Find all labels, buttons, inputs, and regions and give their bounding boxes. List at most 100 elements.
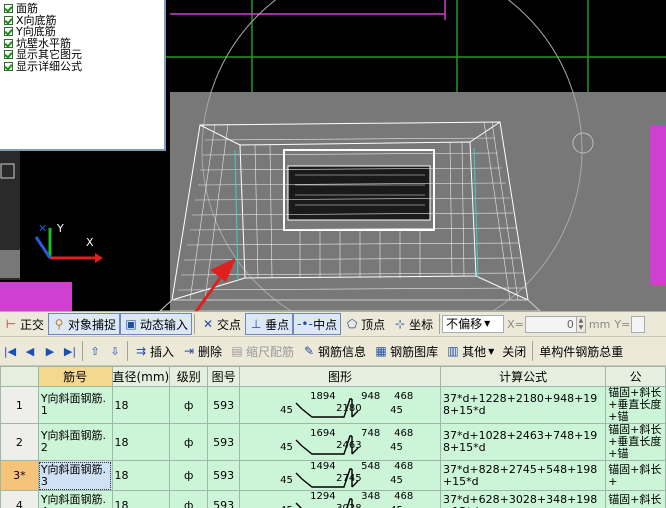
move-down-icon[interactable]: ⇩ — [107, 343, 123, 359]
rebar-name-cell[interactable]: Y向斜面钢筋.3 — [37, 460, 113, 491]
midpoint-icon: -•- — [297, 317, 313, 331]
description-cell[interactable]: 锚固+斜长+垂直长度+锚 — [605, 386, 666, 424]
3d-viewport[interactable]: Y X ✕ 面筋 X向底筋 Y向底筋 坑壁水平筋 显示其它图元 显示详细公式 — [0, 0, 666, 311]
layer-item-show-formula[interactable]: 显示详细公式 — [0, 61, 164, 73]
perpendicular-snap-button[interactable]: ⊥ 垂点 — [245, 313, 294, 335]
shape-dim-mid: 2463 — [336, 439, 362, 451]
row-index[interactable]: 3* — [0, 460, 39, 491]
insert-button[interactable]: ⇉ 插入 — [130, 340, 178, 362]
shape-no-cell[interactable]: 593 — [207, 386, 241, 424]
rebar-name-cell[interactable]: Y向斜面钢筋.1 — [37, 386, 113, 424]
corner-cell — [0, 366, 39, 387]
shape-cell[interactable]: 1694 748 468 2463 45 45 — [239, 423, 441, 461]
column-header[interactable]: 筋号 — [37, 366, 113, 387]
column-header[interactable]: 图形 — [239, 366, 441, 387]
checkbox-icon[interactable] — [4, 50, 13, 60]
grade-cell[interactable]: ф — [169, 423, 209, 461]
layer-item-y-bottom-rebar[interactable]: Y向底筋 — [0, 26, 164, 38]
midpoint-snap-button[interactable]: -•- 中点 — [293, 313, 342, 335]
scale-rebar-icon: ▤ — [231, 344, 243, 358]
axis-y-label: Y — [57, 222, 64, 235]
x-coordinate-spinner[interactable]: ▲ ▼ — [576, 315, 586, 333]
coordinate-snap-button[interactable]: ⊹ 坐标 — [389, 313, 437, 335]
checkbox-icon[interactable] — [4, 15, 13, 25]
shape-cell[interactable]: 129434846830284545 — [239, 490, 441, 508]
x-coordinate-label: X= — [507, 317, 524, 331]
description-cell[interactable]: 锚固+斜长+ — [605, 460, 666, 491]
delete-button[interactable]: ⇥ 删除 — [178, 340, 226, 362]
formula-cell[interactable]: 37*d+628+3028+348+198+15*d — [439, 490, 607, 508]
checkbox-icon[interactable] — [4, 38, 13, 48]
checkbox-icon[interactable] — [4, 4, 13, 14]
row-index[interactable]: 4 — [0, 490, 39, 508]
last-record-icon[interactable]: ▶| — [62, 343, 78, 359]
dynamic-input-button[interactable]: ▣ 动态输入 — [120, 313, 193, 335]
description-cell[interactable]: 锚固+斜长+ — [605, 490, 666, 508]
separator — [532, 341, 534, 361]
shape-dim-c: 468 — [394, 390, 414, 402]
offset-mode-select[interactable]: 不偏移 ▼ — [442, 315, 505, 333]
rebar-info-button[interactable]: ✎ 钢筋信息 — [298, 340, 370, 362]
grade-cell[interactable]: ф — [169, 490, 209, 508]
shape-cell[interactable]: 1494 548 468 2745 45 45 — [239, 460, 441, 491]
checkbox-icon[interactable] — [4, 61, 13, 71]
ortho-button[interactable]: ⊢ 正交 — [0, 313, 48, 335]
shape-no-cell[interactable]: 593 — [207, 490, 241, 508]
prev-record-icon[interactable]: ◀ — [22, 343, 38, 359]
column-header[interactable]: 公 — [605, 366, 666, 387]
layer-item-top-rebar[interactable]: 面筋 — [0, 3, 164, 15]
shape-dim-c: 468 — [394, 427, 414, 439]
object-snap-button[interactable]: ⚲ 对象捕捉 — [48, 313, 121, 335]
description-cell[interactable]: 锚固+斜长+垂直长度+锚 — [605, 423, 666, 461]
table-row[interactable]: 3* Y向斜面钢筋.3 18 ф 593 1494 548 468 2745 45 45 37*d+8… — [0, 460, 666, 491]
next-record-icon[interactable]: ▶ — [42, 343, 58, 359]
column-header[interactable]: 级别 — [169, 366, 209, 387]
chevron-down-icon: ▼ — [484, 319, 491, 328]
snap-toolbar: ⊢ 正交 ⚲ 对象捕捉 ▣ 动态输入 ✕ 交点 ⊥ 垂点 -•- 中点 ⬠ 顶点 ⊹ 坐标 不偏… — [0, 311, 666, 337]
rebar-name-cell[interactable]: Y向斜面钢筋.4 — [37, 490, 113, 508]
y-coordinate-input[interactable] — [631, 315, 646, 333]
coordinate-icon: ⊹ — [395, 317, 406, 331]
first-record-icon[interactable]: |◀ — [2, 343, 18, 359]
shape-dim-mid: 2180 — [336, 402, 362, 414]
layer-item-show-other[interactable]: 显示其它图元 — [0, 49, 164, 61]
rebar-library-button[interactable]: ▦ 钢筋图库 — [370, 340, 442, 362]
layer-visibility-panel: 面筋 X向底筋 Y向底筋 坑壁水平筋 显示其它图元 显示详细公式 — [0, 0, 166, 151]
formula-cell[interactable]: 37*d+1028+2463+748+198+15*d — [439, 423, 607, 461]
shape-no-cell[interactable]: 593 — [207, 423, 241, 461]
chevron-down-icon: ▼ — [488, 346, 495, 356]
table-row[interactable]: 1 Y向斜面钢筋.1 18 ф 593 1894 948 468 2180 45 45 37*d+12… — [0, 386, 666, 424]
shape-dim-a: 1694 — [310, 427, 336, 439]
other-menu-button[interactable]: ▥ 其他 ▼ — [442, 340, 498, 362]
close-button[interactable]: 关闭 — [498, 340, 530, 362]
x-coordinate-input[interactable]: 0 — [524, 315, 577, 333]
column-header[interactable]: 图号 — [207, 366, 241, 387]
vertex-snap-button[interactable]: ⬠ 顶点 — [341, 313, 389, 335]
move-up-icon[interactable]: ⇧ — [87, 343, 103, 359]
diameter-cell[interactable]: 18 — [111, 490, 171, 508]
formula-cell[interactable]: 37*d+1228+2180+948+198+15*d — [439, 386, 607, 424]
grade-cell[interactable]: ф — [169, 460, 209, 491]
table-row[interactable]: 2 Y向斜面钢筋.2 18 ф 593 1694 748 468 2463 45 45 37*d+10… — [0, 423, 666, 461]
grade-cell[interactable]: ф — [169, 386, 209, 424]
formula-cell[interactable]: 37*d+828+2745+548+198+15*d — [439, 460, 607, 491]
shape-no-cell[interactable]: 593 — [207, 460, 241, 491]
column-header[interactable]: 直径(mm) — [111, 366, 171, 387]
separator — [194, 314, 196, 334]
diameter-cell[interactable]: 18 — [111, 423, 171, 461]
row-index[interactable]: 2 — [0, 423, 39, 461]
intersection-icon: ✕ — [203, 317, 214, 331]
shape-cell[interactable]: 1894 948 468 2180 45 45 — [239, 386, 441, 424]
table-row[interactable]: 4Y向斜面钢筋.418ф59312943484683028454537*d+62… — [0, 490, 666, 508]
intersection-snap-button[interactable]: ✕ 交点 — [197, 313, 245, 335]
column-header[interactable]: 计算公式 — [439, 366, 607, 387]
separator — [127, 341, 128, 361]
diameter-cell[interactable]: 18 — [111, 460, 171, 491]
axis-x-label: X — [86, 236, 94, 249]
row-index[interactable]: 1 — [0, 386, 39, 424]
checkbox-icon[interactable] — [4, 27, 13, 37]
rebar-name-cell[interactable]: Y向斜面钢筋.2 — [37, 423, 113, 461]
y-coordinate-label: Y= — [614, 317, 631, 331]
diameter-cell[interactable]: 18 — [111, 386, 171, 424]
shape-dim-left: 45 — [280, 441, 293, 453]
